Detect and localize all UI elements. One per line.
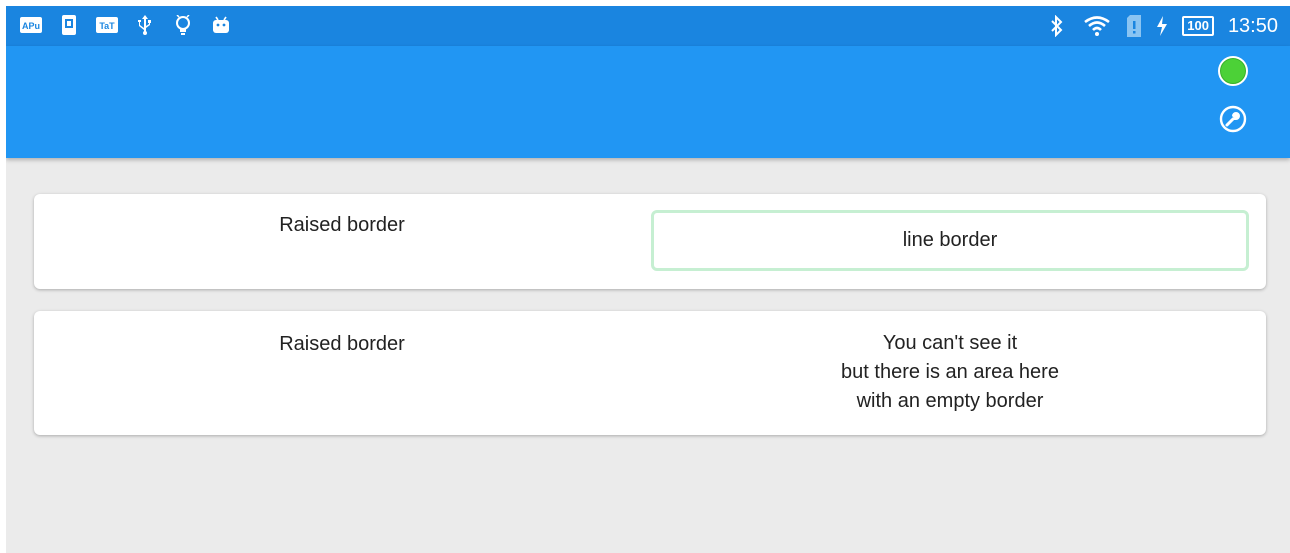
empty-border-text-line: but there is an area here xyxy=(841,361,1059,383)
line-border-area: line border xyxy=(651,210,1249,271)
android-icon xyxy=(210,15,232,35)
status-indicator[interactable] xyxy=(1218,56,1248,86)
bluetooth-icon xyxy=(1046,15,1068,37)
wifi-icon xyxy=(1082,16,1112,36)
settings-button[interactable] xyxy=(1218,104,1248,134)
sim-alert-icon xyxy=(1126,15,1142,37)
apu-icon-label: APu xyxy=(22,21,40,31)
wrench-icon xyxy=(1219,105,1247,133)
tt-icon-label: TaT xyxy=(99,21,115,31)
status-bar: APu TaT 100 13:50 xyxy=(6,6,1290,46)
card-empty-border: Raised border You can't see it but there… xyxy=(34,311,1266,435)
system-icons: 100 13:50 xyxy=(1046,12,1278,40)
bulb-icon xyxy=(172,15,194,35)
line-border-label: line border xyxy=(902,229,998,251)
card-line-border: Raised border line border xyxy=(34,194,1266,289)
tt-icon: TaT xyxy=(96,15,118,35)
app-bar xyxy=(6,46,1290,158)
apu-icon: APu xyxy=(20,15,42,35)
screen: APu TaT 100 13:50 Raised border line bor… xyxy=(6,6,1290,553)
empty-border-text-line: with an empty border xyxy=(856,390,1044,412)
clock: 13:50 xyxy=(1227,14,1278,37)
empty-border-text-line: You can't see it xyxy=(882,332,1018,354)
empty-border-area: You can't see it but there is an area he… xyxy=(650,329,1250,416)
charging-icon xyxy=(1156,16,1168,36)
usb-icon xyxy=(134,15,156,35)
app-icon xyxy=(58,15,80,35)
battery-level: 100 xyxy=(1182,16,1214,36)
notification-icons: APu TaT xyxy=(20,15,232,35)
raised-border-label: Raised border xyxy=(279,333,405,355)
raised-border-label: Raised border xyxy=(279,214,405,236)
